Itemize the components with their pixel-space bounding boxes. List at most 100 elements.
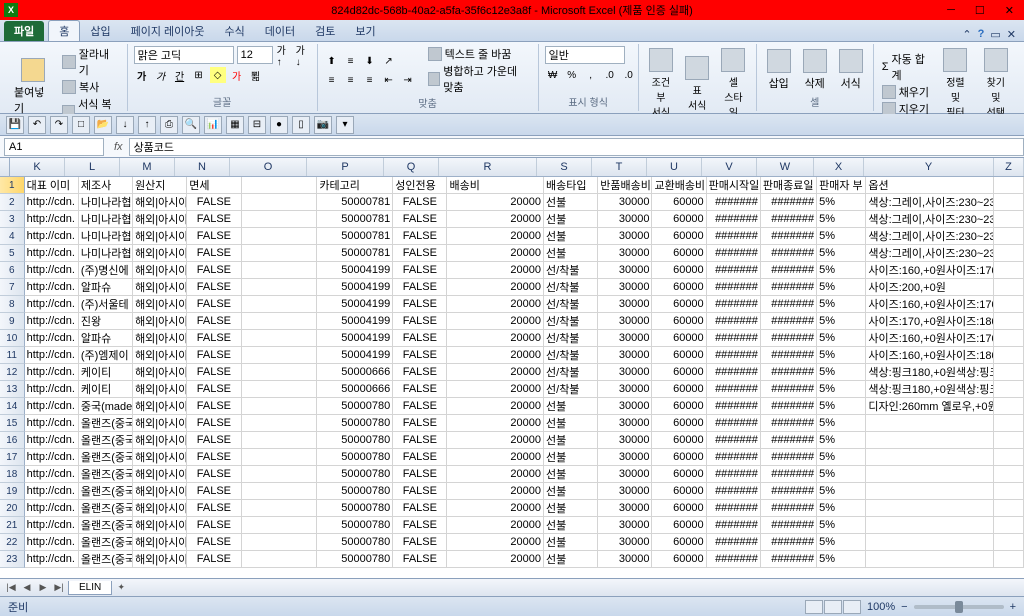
cell[interactable]: 5% xyxy=(817,432,866,449)
cell[interactable]: 50000781 xyxy=(317,211,393,228)
autosum-button[interactable]: Σ자동 합계 xyxy=(880,51,934,83)
wrap-text-button[interactable]: 텍스트 줄 바꿈 xyxy=(426,46,532,62)
cell[interactable]: 선불 xyxy=(544,500,598,517)
cell[interactable]: 30000 xyxy=(598,313,652,330)
cell[interactable]: FALSE xyxy=(393,211,447,228)
header-cell[interactable]: 옵션 xyxy=(866,177,994,194)
cell[interactable]: FALSE xyxy=(393,551,447,568)
cell[interactable]: FALSE xyxy=(187,381,241,398)
cell[interactable]: 50000780 xyxy=(317,483,393,500)
cell[interactable] xyxy=(866,517,994,534)
cell[interactable]: ####### xyxy=(761,347,817,364)
cell[interactable]: 5% xyxy=(817,415,866,432)
cell[interactable]: 5% xyxy=(817,551,866,568)
cell[interactable]: FALSE xyxy=(393,330,447,347)
cell[interactable]: FALSE xyxy=(393,296,447,313)
cell[interactable]: 올랜즈(중국 xyxy=(79,432,133,449)
column-header-L[interactable]: L xyxy=(65,158,120,176)
cell[interactable]: http://cdn. xyxy=(25,194,79,211)
cell[interactable]: FALSE xyxy=(187,551,241,568)
cell[interactable]: http://cdn. xyxy=(25,432,79,449)
cell[interactable]: 60000 xyxy=(652,228,706,245)
cell[interactable]: 선/착불 xyxy=(544,381,598,398)
cell[interactable]: ####### xyxy=(761,551,817,568)
paste-button[interactable]: 붙여넣기 xyxy=(10,56,56,118)
cell[interactable]: 올랜즈(중국 xyxy=(79,551,133,568)
cell[interactable]: http://cdn. xyxy=(25,466,79,483)
cell[interactable]: 60000 xyxy=(652,194,706,211)
cell[interactable]: 선/착불 xyxy=(544,262,598,279)
cell[interactable]: 60000 xyxy=(652,330,706,347)
row-header-7[interactable]: 7 xyxy=(0,279,25,296)
cell[interactable]: 디자인:260mm 옐로우,+0원디자 xyxy=(866,398,994,415)
cell[interactable]: FALSE xyxy=(187,330,241,347)
column-header-X[interactable]: X xyxy=(814,158,864,176)
cell[interactable]: 선불 xyxy=(544,398,598,415)
cell[interactable]: http://cdn. xyxy=(25,415,79,432)
cell[interactable]: FALSE xyxy=(187,296,241,313)
cell[interactable]: ####### xyxy=(707,466,761,483)
merge-center-button[interactable]: 병합하고 가운데 맞춤 xyxy=(426,63,532,95)
font-size-combo[interactable]: 12 xyxy=(237,46,273,64)
align-center-button[interactable]: ≡ xyxy=(343,72,359,88)
number-format-combo[interactable]: 일반 xyxy=(545,46,625,64)
cell[interactable]: http://cdn. xyxy=(25,534,79,551)
border-button[interactable]: ⊞ xyxy=(191,67,207,83)
minimize-button[interactable]: ─ xyxy=(941,4,961,17)
cell[interactable] xyxy=(242,228,318,245)
cell[interactable] xyxy=(994,398,1024,415)
row-header-13[interactable]: 13 xyxy=(0,381,25,398)
column-header-Q[interactable]: Q xyxy=(384,158,439,176)
header-cell[interactable]: 교환배송비 xyxy=(652,177,706,194)
cell[interactable]: FALSE xyxy=(187,432,241,449)
cell[interactable]: 선/착불 xyxy=(544,347,598,364)
header-cell[interactable]: 원산지 xyxy=(133,177,187,194)
cell[interactable]: FALSE xyxy=(393,466,447,483)
cell[interactable] xyxy=(242,245,318,262)
cell[interactable]: http://cdn. xyxy=(25,483,79,500)
cell[interactable] xyxy=(242,517,318,534)
cell[interactable]: 선/착불 xyxy=(544,364,598,381)
fill-color-button[interactable]: ◇ xyxy=(210,67,226,83)
cell[interactable]: 5% xyxy=(817,364,866,381)
row-header-3[interactable]: 3 xyxy=(0,211,25,228)
cell[interactable]: 해외|아시아 xyxy=(133,432,187,449)
normal-view-button[interactable] xyxy=(805,600,823,614)
cell[interactable]: 색상:핑크180,+0원색상:핑크190, xyxy=(866,364,994,381)
cell[interactable]: 해외|아시아 xyxy=(133,534,187,551)
cell[interactable] xyxy=(242,500,318,517)
cell[interactable]: 60000 xyxy=(652,296,706,313)
cell[interactable]: ####### xyxy=(761,483,817,500)
sort-filter-button[interactable]: 정렬 및 필터 xyxy=(937,46,973,121)
cell[interactable]: 해외|아시아 xyxy=(133,483,187,500)
increase-indent-button[interactable]: ⇥ xyxy=(400,72,416,88)
cell[interactable] xyxy=(994,432,1024,449)
cell[interactable] xyxy=(866,449,994,466)
select-all-corner[interactable] xyxy=(0,158,10,176)
cell[interactable]: 30000 xyxy=(598,245,652,262)
comma-button[interactable]: , xyxy=(583,67,599,83)
cell[interactable] xyxy=(242,347,318,364)
cell[interactable]: 50000780 xyxy=(317,517,393,534)
cell[interactable]: 30000 xyxy=(598,194,652,211)
cell[interactable]: 20000 xyxy=(447,483,544,500)
cell[interactable]: 사이즈:160,+0원사이즈:180,+0원 xyxy=(866,347,994,364)
cell[interactable]: (주)명신에 xyxy=(79,262,133,279)
align-left-button[interactable]: ≡ xyxy=(324,72,340,88)
cell[interactable]: 30000 xyxy=(598,262,652,279)
cell[interactable]: http://cdn. xyxy=(25,262,79,279)
cell[interactable]: 진왕 xyxy=(79,313,133,330)
cell[interactable]: FALSE xyxy=(187,228,241,245)
cell[interactable]: FALSE xyxy=(187,534,241,551)
cell[interactable]: FALSE xyxy=(393,449,447,466)
row-header-21[interactable]: 21 xyxy=(0,517,25,534)
cell[interactable] xyxy=(242,330,318,347)
cell[interactable]: 50004199 xyxy=(317,279,393,296)
pagebreak-view-button[interactable] xyxy=(843,600,861,614)
increase-decimal-button[interactable]: .0 xyxy=(602,67,618,83)
cell[interactable] xyxy=(994,245,1024,262)
cell[interactable] xyxy=(994,483,1024,500)
row-header-5[interactable]: 5 xyxy=(0,245,25,262)
cell[interactable]: ####### xyxy=(761,262,817,279)
row-header-23[interactable]: 23 xyxy=(0,551,25,568)
